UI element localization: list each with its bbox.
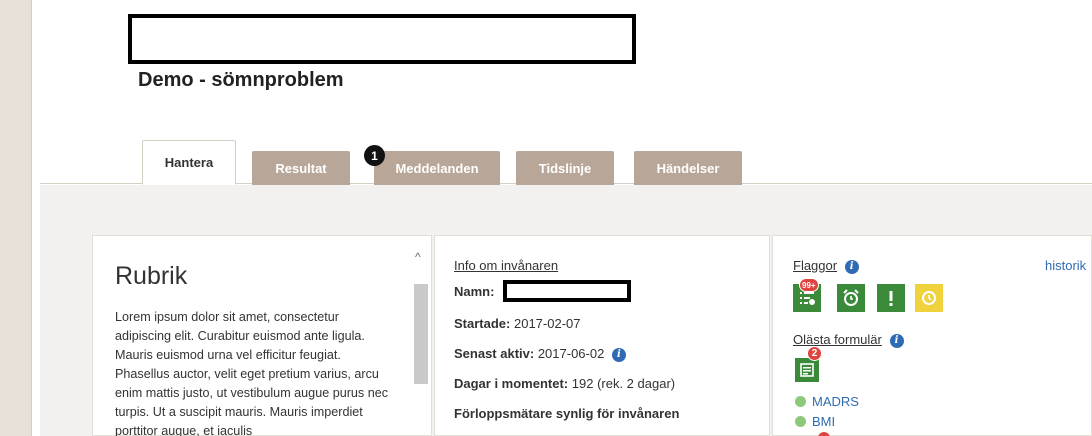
tab-tidslinje[interactable]: Tidslinje (516, 151, 614, 185)
redacted-banner (128, 14, 636, 64)
tab-handelser[interactable]: Händelser (634, 151, 742, 185)
messages-badge: 1 (364, 145, 385, 166)
name-label: Namn: (454, 284, 495, 299)
survey-item-bmi[interactable]: BMI (795, 414, 835, 429)
info-panel: Info om invånaren Namn: Startade: 2017-0… (434, 235, 770, 436)
page-title: Demo - sömnproblem (138, 69, 344, 91)
last-active-value: 2017-06-02 (537, 346, 605, 361)
status-dot-icon (795, 396, 806, 407)
form-icon[interactable] (795, 358, 819, 382)
text-panel: Rubrik Lorem ipsum dolor sit amet, conse… (92, 235, 432, 436)
status-dot-icon (795, 416, 806, 427)
started-label: Startade: (454, 316, 511, 331)
panel-heading: Rubrik (115, 262, 188, 290)
flag-count-badge: 99+ (799, 278, 819, 292)
tab-resultat[interactable]: Resultat (252, 151, 350, 185)
info-link[interactable]: Info om invånaren (454, 258, 558, 273)
scrollbar[interactable]: ^ (411, 248, 431, 436)
flags-panel: Flaggor i historik 99+ Olästa formulär i… (772, 235, 1092, 436)
info-icon[interactable]: i (889, 333, 904, 348)
partial-badge (818, 432, 830, 436)
started-value: 2017-02-07 (513, 316, 581, 331)
days-value: 192 (rek. 2 dagar) (571, 376, 676, 391)
alarm-clock-icon[interactable] (837, 284, 865, 312)
survey-label[interactable]: BMI (812, 414, 835, 429)
flags-link[interactable]: Flaggor (793, 258, 837, 273)
tab-meddelanden[interactable]: Meddelanden (374, 151, 500, 185)
history-icon[interactable] (915, 284, 943, 312)
info-icon[interactable]: i (611, 347, 626, 362)
panel-body-text: Lorem ipsum dolor sit amet, consectetur … (115, 310, 389, 436)
unread-forms-badge: 2 (807, 346, 822, 361)
left-sidebar-strip (0, 0, 32, 436)
redacted-name (503, 280, 631, 302)
exclamation-icon[interactable] (877, 284, 905, 312)
survey-item-madrs[interactable]: MADRS (795, 394, 859, 409)
last-active-label: Senast aktiv: (454, 346, 535, 361)
survey-label[interactable]: MADRS (812, 394, 859, 409)
scroll-up-arrow-icon[interactable]: ^ (415, 250, 421, 264)
progress-visible-label: Förloppsmätare synlig för invånaren (454, 406, 680, 421)
days-label: Dagar i momentet: (454, 376, 569, 391)
unread-forms-link[interactable]: Olästa formulär (793, 332, 882, 347)
tab-hantera[interactable]: Hantera (142, 140, 236, 185)
scroll-thumb[interactable] (414, 284, 428, 384)
info-icon[interactable]: i (844, 259, 859, 274)
historik-link[interactable]: historik (1045, 258, 1086, 273)
